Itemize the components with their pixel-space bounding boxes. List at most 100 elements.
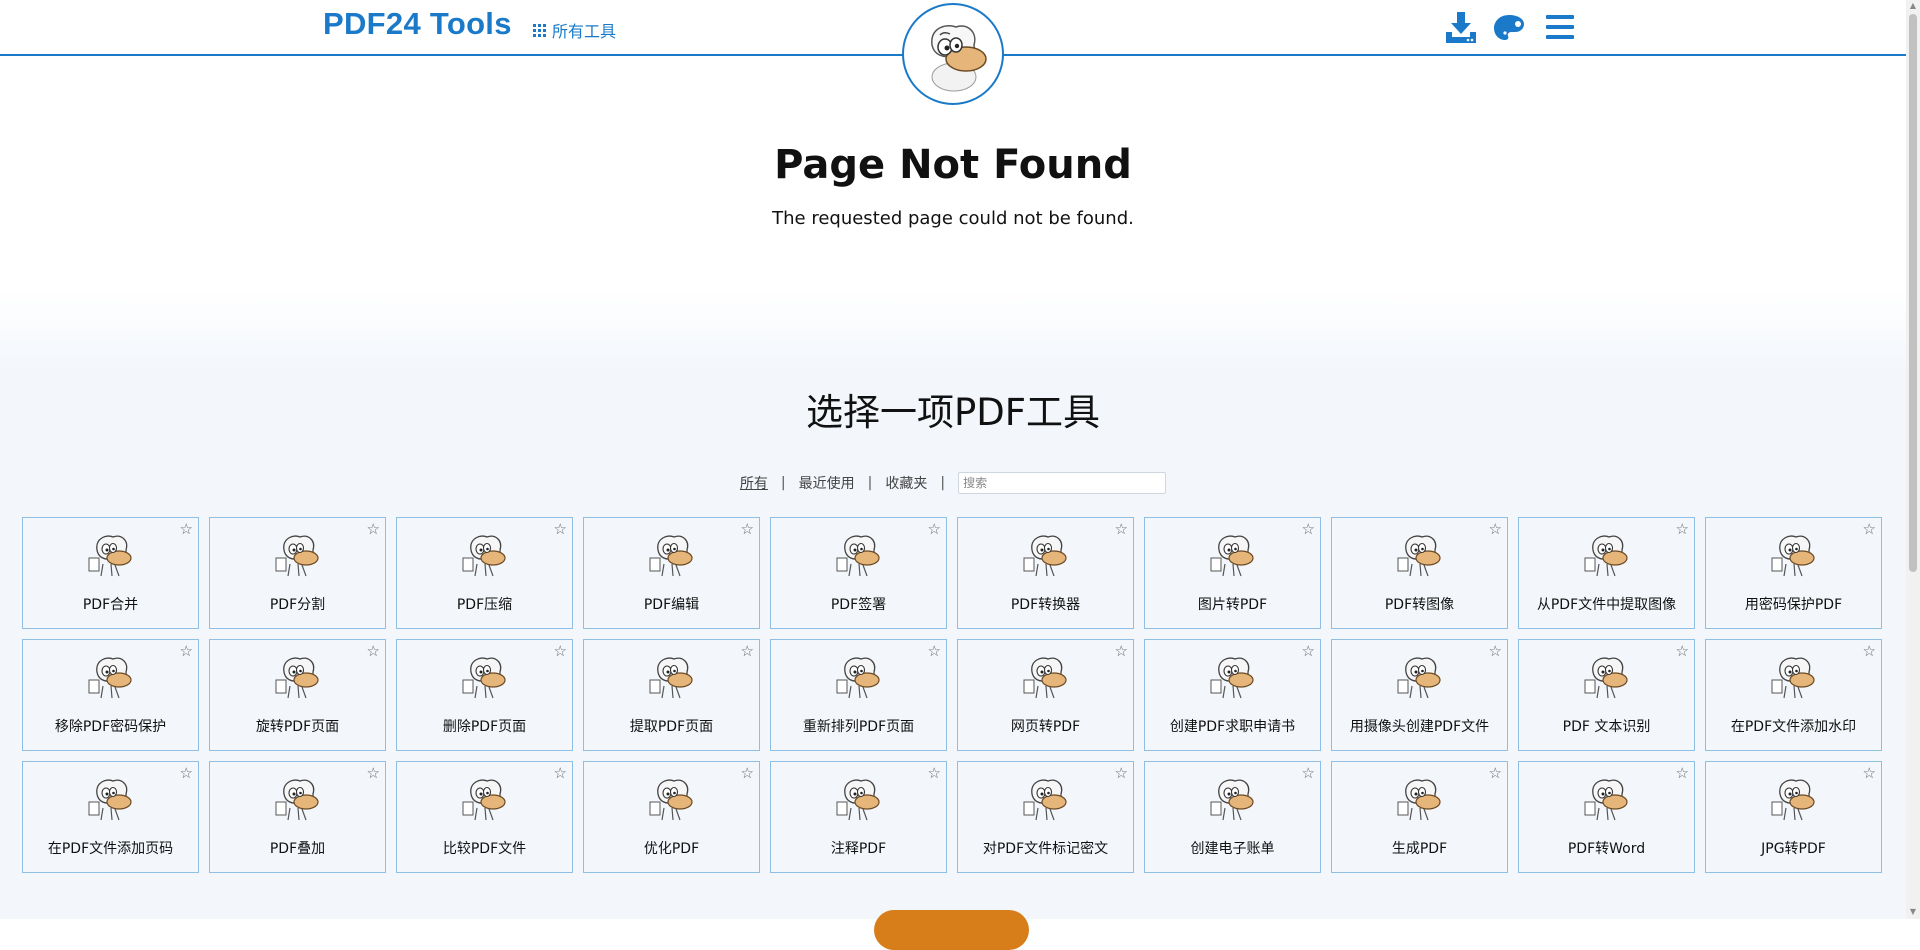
filter-all[interactable]: 所有 [740,473,768,493]
filter-favorites[interactable]: 收藏夹 [885,473,927,493]
favorite-star-icon[interactable]: ☆ [928,520,941,538]
favorite-star-icon[interactable]: ☆ [1863,764,1876,782]
tool-search-input[interactable] [958,472,1167,494]
tool-tile[interactable]: 网页转PDF ☆ [957,639,1134,751]
menu-icon[interactable] [1543,10,1577,44]
filter-separator: | [940,475,946,491]
favorite-star-icon[interactable]: ☆ [928,642,941,660]
page-scrollbar[interactable]: ▲ ▼ [1906,0,1920,919]
tool-tile-label: 创建PDF求职申请书 [1169,719,1296,735]
favorite-star-icon[interactable]: ☆ [1863,642,1876,660]
tool-tile-label: PDF叠加 [269,841,326,857]
scrollbar-thumb[interactable] [1909,14,1917,572]
favorite-star-icon[interactable]: ☆ [180,520,193,538]
favorite-star-icon[interactable]: ☆ [741,642,754,660]
edit-pdf-icon [646,528,698,578]
grid-icon [533,23,546,37]
download-icon[interactable] [1444,10,1478,44]
pdf-to-image-icon [1394,528,1446,578]
tool-tile[interactable]: 用摄像头创建PDF文件 ☆ [1331,639,1508,751]
tool-tile[interactable]: 移除PDF密码保护 ☆ [22,639,199,751]
tool-tile[interactable]: PDF签署 ☆ [770,517,947,629]
tool-tile[interactable]: 比较PDF文件 ☆ [396,761,573,873]
tool-tile-label: PDF转Word [1567,841,1646,857]
watermark-pdf-icon [1768,650,1820,700]
favorite-star-icon[interactable]: ☆ [1115,764,1128,782]
tool-tile[interactable]: PDF转换器 ☆ [957,517,1134,629]
pdf-to-word-icon [1581,772,1633,822]
favorite-star-icon[interactable]: ☆ [367,520,380,538]
favorite-star-icon[interactable]: ☆ [554,764,567,782]
tool-tile[interactable]: 生成PDF ☆ [1331,761,1508,873]
tool-tile[interactable]: 从PDF文件中提取图像 ☆ [1518,517,1695,629]
tool-tile[interactable]: PDF 文本识别 ☆ [1518,639,1695,751]
tool-tile[interactable]: PDF转Word ☆ [1518,761,1695,873]
scroll-down-icon[interactable]: ▼ [1909,908,1917,916]
tool-tile[interactable]: 在PDF文件添加页码 ☆ [22,761,199,873]
favorite-star-icon[interactable]: ☆ [1676,520,1689,538]
tool-tile[interactable]: 图片转PDF ☆ [1144,517,1321,629]
merge-pdf-icon [85,528,137,578]
favorite-star-icon[interactable]: ☆ [1863,520,1876,538]
favorite-star-icon[interactable]: ☆ [554,520,567,538]
palette-icon[interactable] [1492,10,1526,44]
tool-tile[interactable]: PDF分割 ☆ [209,517,386,629]
favorite-star-icon[interactable]: ☆ [1302,642,1315,660]
tools-section-title: 选择一项PDF工具 [805,391,1101,434]
tool-tile-label: 生成PDF [1391,841,1448,857]
logo-link[interactable]: PDF24 Tools [323,6,512,42]
favorite-star-icon[interactable]: ☆ [1489,642,1502,660]
tool-tile-label: PDF转图像 [1384,597,1455,613]
favorite-star-icon[interactable]: ☆ [1489,520,1502,538]
tool-tile[interactable]: 重新排列PDF页面 ☆ [770,639,947,751]
favorite-star-icon[interactable]: ☆ [554,642,567,660]
tool-tile-label: 比较PDF文件 [442,841,527,857]
favorite-star-icon[interactable]: ☆ [180,642,193,660]
filter-recent[interactable]: 最近使用 [799,473,855,493]
pdf-converter-icon [1020,528,1072,578]
tool-tile-label: 重新排列PDF页面 [802,719,915,735]
tool-tile-label: 在PDF文件添加页码 [47,841,174,857]
tool-tile[interactable]: 旋转PDF页面 ☆ [209,639,386,751]
tool-tile[interactable]: PDF叠加 ☆ [209,761,386,873]
tool-tile[interactable]: 对PDF文件标记密文 ☆ [957,761,1134,873]
favorite-star-icon[interactable]: ☆ [741,764,754,782]
favorite-star-icon[interactable]: ☆ [928,764,941,782]
orange-action-button[interactable] [874,910,1029,950]
tool-tile[interactable]: PDF压缩 ☆ [396,517,573,629]
favorite-star-icon[interactable]: ☆ [741,520,754,538]
favorite-star-icon[interactable]: ☆ [1489,764,1502,782]
tool-tile[interactable]: PDF合并 ☆ [22,517,199,629]
tool-tile[interactable]: 优化PDF ☆ [583,761,760,873]
tool-tile[interactable]: 注释PDF ☆ [770,761,947,873]
favorite-star-icon[interactable]: ☆ [367,642,380,660]
tool-tile-label: 对PDF文件标记密文 [982,841,1109,857]
extract-pages-icon [646,650,698,700]
tool-tile[interactable]: 提取PDF页面 ☆ [583,639,760,751]
favorite-star-icon[interactable]: ☆ [1676,642,1689,660]
tool-tile-label: 删除PDF页面 [442,719,527,735]
tool-tile[interactable]: JPG转PDF ☆ [1705,761,1882,873]
favorite-star-icon[interactable]: ☆ [1115,642,1128,660]
mascot-logo[interactable] [902,3,1004,105]
extract-images-icon [1581,528,1633,578]
favorite-star-icon[interactable]: ☆ [367,764,380,782]
tool-tile[interactable]: PDF编辑 ☆ [583,517,760,629]
tool-tile-label: PDF编辑 [643,597,700,613]
favorite-star-icon[interactable]: ☆ [1115,520,1128,538]
tool-tile[interactable]: 在PDF文件添加水印 ☆ [1705,639,1882,751]
tool-tile[interactable]: PDF转图像 ☆ [1331,517,1508,629]
tool-tile[interactable]: 创建PDF求职申请书 ☆ [1144,639,1321,751]
all-tools-button[interactable]: 所有工具 [533,18,616,42]
filter-separator: | [867,475,873,491]
tool-tile[interactable]: 创建电子账单 ☆ [1144,761,1321,873]
favorite-star-icon[interactable]: ☆ [1302,520,1315,538]
scroll-up-icon[interactable]: ▲ [1909,2,1917,10]
favorite-star-icon[interactable]: ☆ [1302,764,1315,782]
job-application-icon [1207,650,1259,700]
reorder-pages-icon [833,650,885,700]
tool-tile[interactable]: 删除PDF页面 ☆ [396,639,573,751]
favorite-star-icon[interactable]: ☆ [180,764,193,782]
tool-tile[interactable]: 用密码保护PDF ☆ [1705,517,1882,629]
favorite-star-icon[interactable]: ☆ [1676,764,1689,782]
